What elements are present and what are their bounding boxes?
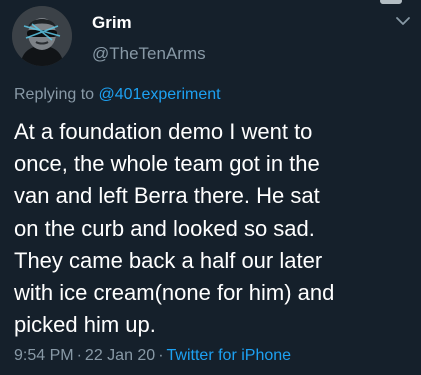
tweet-text-line: At a foundation demo I went to <box>14 119 313 144</box>
tweet-text-line: once, the whole team got in the <box>14 151 320 177</box>
tweet-metadata: 9:54 PM · 22 Jan 20 · Twitter for iPhone <box>14 347 291 365</box>
meta-separator: · <box>76 347 82 364</box>
replying-to-line: Replying to @401experiment <box>14 86 221 104</box>
chevron-down-icon[interactable] <box>394 12 412 30</box>
tweet-date[interactable]: 22 Jan 20 <box>85 347 155 364</box>
tweet-text-line: with ice cream(none for him) and <box>14 280 335 306</box>
tweet-text-line: They came back a half our later <box>14 247 323 273</box>
tweet-text-line: on the curb and looked so sad. <box>14 215 315 241</box>
tweet-source-link[interactable]: Twitter for iPhone <box>167 347 292 364</box>
replying-to-label: Replying to <box>14 86 99 103</box>
author-handle[interactable]: @TheTenArms <box>92 44 206 64</box>
tweet-text-line: van and left Berra there. He sat <box>14 183 320 209</box>
tweet-text: At a foundation demo I went to once, the… <box>14 116 418 341</box>
author-display-name[interactable]: Grim <box>92 13 132 33</box>
tweet-time[interactable]: 9:54 PM <box>14 347 74 364</box>
tweet-text-line: picked him up. <box>14 312 156 338</box>
author-avatar[interactable] <box>12 6 72 66</box>
reply-mention-link[interactable]: @401experiment <box>99 86 221 103</box>
partial-icon <box>380 0 402 4</box>
meta-separator: · <box>158 347 164 364</box>
tweet-card: Grim @TheTenArms Replying to @401experim… <box>0 0 421 375</box>
